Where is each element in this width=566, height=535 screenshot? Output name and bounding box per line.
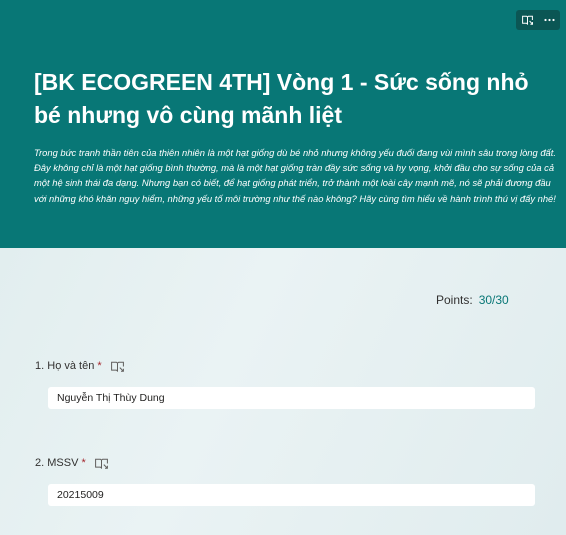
form-title: [BK ECOGREEN 4TH] Vòng 1 - Sức sống nhỏ … xyxy=(34,69,529,128)
question-text: MSSV xyxy=(47,457,79,469)
question-number: 1. xyxy=(35,360,45,372)
student-id-answer-field[interactable]: 20215009 xyxy=(48,484,535,506)
immersive-reader-icon[interactable] xyxy=(518,11,536,29)
immersive-reader-icon[interactable] xyxy=(110,361,124,372)
question-number: 2. xyxy=(35,457,45,469)
question-text: Họ và tên xyxy=(47,360,95,372)
points-label: Points: xyxy=(436,293,473,307)
header-toolbar xyxy=(516,10,560,30)
points-summary: Points: 30/30 xyxy=(436,293,509,307)
required-marker: * xyxy=(97,360,102,372)
more-options-icon[interactable] xyxy=(540,11,558,29)
name-answer-field[interactable]: Nguyễn Thị Thùy Dung xyxy=(48,387,535,409)
question-1-label: 1. Họ và tên * xyxy=(35,360,124,372)
form-header: [BK ECOGREEN 4TH] Vòng 1 - Sức sống nhỏ … xyxy=(0,0,566,248)
form-description: Trong bức tranh thần tiên của thiên nhiê… xyxy=(34,147,556,204)
required-marker: * xyxy=(81,457,86,469)
question-2-label: 2. MSSV * xyxy=(35,457,108,469)
points-value: 30/30 xyxy=(478,293,509,307)
immersive-reader-icon[interactable] xyxy=(94,458,108,469)
